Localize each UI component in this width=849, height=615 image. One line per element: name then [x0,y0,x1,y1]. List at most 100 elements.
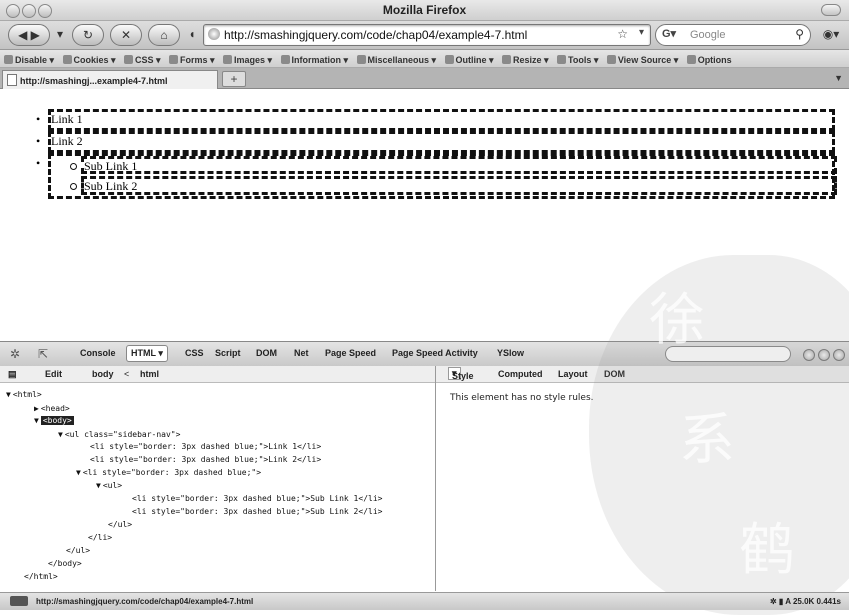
watermark-glyph: 系 [679,408,735,473]
list-item[interactable]: Sub Link 2 [81,176,837,195]
inspect-icon[interactable]: ⇱ [38,347,48,361]
tree-node-selected[interactable]: ▼ <body> [34,415,74,426]
tab-css[interactable]: CSS [185,348,204,358]
tab-page-speed[interactable]: Page Speed [325,348,376,358]
html-tree-panel: ▼ <html> ▶ <head> ▼ <body> ▼ <ul class="side… [0,383,435,591]
devbar-item-outline[interactable]: Outline ▾ [444,55,494,66]
sub-link-2[interactable]: Sub Link 2 [84,179,137,193]
tab-console[interactable]: Console [80,348,116,358]
edit-button[interactable]: Edit [45,369,62,379]
link-1[interactable]: Link 1 [51,112,83,126]
firebug-status-icon[interactable]: ✲ ▮ [770,597,785,606]
link-2[interactable]: Link 2 [51,134,83,148]
reload-button[interactable]: ↻ [72,24,104,46]
devbar-item-disable[interactable]: Disable ▾ [4,55,54,66]
devbar-item-resize[interactable]: Resize ▾ [502,55,549,66]
site-identity-icon[interactable] [208,28,220,40]
devbar-item-cookies[interactable]: Cookies ▾ [62,55,116,66]
tab-bar: http://smashingj...example4-7.html + ▼ [0,68,849,89]
tree-node[interactable]: <li style="border: 3px dashed blue;">Sub… [132,506,382,517]
home-button[interactable]: ⌂ [148,24,180,46]
collapsed-triangle-icon[interactable]: ▶ [34,403,39,414]
toolbar-toggle-icon[interactable] [821,4,841,16]
tab-list-icon[interactable]: ▼ [834,73,843,83]
tab-script[interactable]: Script [215,348,241,358]
circle-bullet-icon [70,183,77,190]
style-empty-message: This element has no style rules. [450,393,594,403]
devbar-item-css[interactable]: CSS ▾ [124,55,161,66]
history-dropdown-icon[interactable]: ▾ [56,24,64,44]
bullet-icon: • [36,112,41,126]
tab-dom[interactable]: DOM [256,348,277,358]
devbar-item-miscellaneous[interactable]: Miscellaneous ▾ [356,55,436,66]
list-item[interactable]: Link 2 [48,131,835,153]
url-text: http://smashingjquery.com/code/chap04/ex… [224,28,528,42]
extension-menu-icon[interactable]: ◉▾ [818,24,844,44]
stop-icon: ✕ [120,28,132,42]
expanded-triangle-icon[interactable]: ▼ [34,415,39,426]
devbar-item-images[interactable]: Images ▾ [223,55,272,66]
tree-node[interactable]: </ul> [108,519,132,530]
expanded-triangle-icon[interactable]: ▼ [6,389,11,400]
search-field[interactable]: G▾ Google ⚲ [655,24,811,46]
search-engine-icon[interactable]: G▾ [662,27,676,40]
stop-button[interactable]: ✕ [110,24,142,46]
breadcrumb-body[interactable]: body [92,369,114,379]
page-icon [7,74,17,86]
web-developer-toolbar: Disable ▾ Cookies ▾ CSS ▾ Forms ▾ Images… [0,50,849,68]
expanded-triangle-icon[interactable]: ▼ [58,429,63,440]
home-icon: ⌂ [160,28,168,42]
tab-yslow[interactable]: YSlow [497,348,524,358]
devbar-item-forms[interactable]: Forms ▾ [169,55,215,66]
search-icon[interactable]: ⚲ [795,27,804,41]
tree-node[interactable]: </li> [88,532,112,543]
breadcrumb-separator: < [124,369,130,379]
status-panel-icon[interactable] [10,596,28,606]
bullet-icon: • [36,134,41,148]
tree-node[interactable]: </ul> [66,545,90,556]
tab-style[interactable]: Style ▾ [448,367,474,381]
tab-net[interactable]: Net [294,348,309,358]
panel-toggle-icon[interactable]: ▤ [8,369,17,380]
url-bar[interactable]: http://smashingjquery.com/code/chap04/ex… [203,24,651,46]
tab-html[interactable]: HTML ▾ [126,345,168,362]
yslow-status[interactable]: ✲ ▮ A 25.0K 0.441s [770,597,841,606]
watermark-glyph: 徐 [649,288,705,353]
tree-node[interactable]: <li style="border: 3px dashed blue;">Sub… [132,493,382,504]
tree-node[interactable]: </html> [24,571,58,582]
tab-page-speed-activity[interactable]: Page Speed Activity [392,348,478,358]
tree-node[interactable]: ▼ <html> [6,389,42,400]
circle-bullet-icon [70,163,77,170]
back-button[interactable]: ◀ ▶ [8,24,50,46]
tree-node[interactable]: <li style="border: 3px dashed blue;">Lin… [90,441,321,452]
add-on-icon[interactable]: ◖ [184,24,200,44]
sub-link-1[interactable]: Sub Link 1 [84,159,137,173]
firebug-bug-icon[interactable]: ✲ [10,347,20,361]
list-item[interactable]: Link 1 [48,109,835,131]
tab-computed[interactable]: Computed [498,369,543,379]
tree-node[interactable]: ▼ <li style="border: 3px dashed blue;"> [76,467,261,478]
search-placeholder: Google [690,29,726,41]
breadcrumb-html[interactable]: html [140,369,159,379]
tree-node[interactable]: ▼ <ul> [96,480,122,491]
window-title: Mozilla Firefox [382,3,467,17]
tab-example4-7[interactable]: http://smashingj...example4-7.html [2,70,218,89]
devbar-item-tools[interactable]: Tools ▾ [557,55,598,66]
tree-node[interactable]: ▶ <head> [34,403,70,414]
tree-node[interactable]: </body> [48,558,82,569]
tree-node[interactable]: <li style="border: 3px dashed blue;">Lin… [90,454,321,465]
tab-label: http://smashingj...example4-7.html [20,76,168,86]
expanded-triangle-icon[interactable]: ▼ [76,467,81,478]
devbar-item-view-source[interactable]: View Source ▾ [606,55,678,66]
url-dropdown-icon[interactable]: ▾ [639,27,644,38]
tab-layout[interactable]: Layout [558,369,588,379]
bullet-icon: • [36,156,41,170]
expanded-triangle-icon[interactable]: ▼ [96,480,101,491]
devbar-item-options[interactable]: Options [686,55,732,65]
devbar-item-information[interactable]: Information ▾ [280,55,348,66]
reload-icon: ↻ [82,28,94,42]
bookmark-star-icon[interactable]: ☆ [617,27,628,41]
new-tab-button[interactable]: + [222,71,246,87]
tree-node[interactable]: ▼ <ul class="sidebar-nav"> [58,429,180,440]
list-item[interactable]: Sub Link 1 [81,156,837,174]
